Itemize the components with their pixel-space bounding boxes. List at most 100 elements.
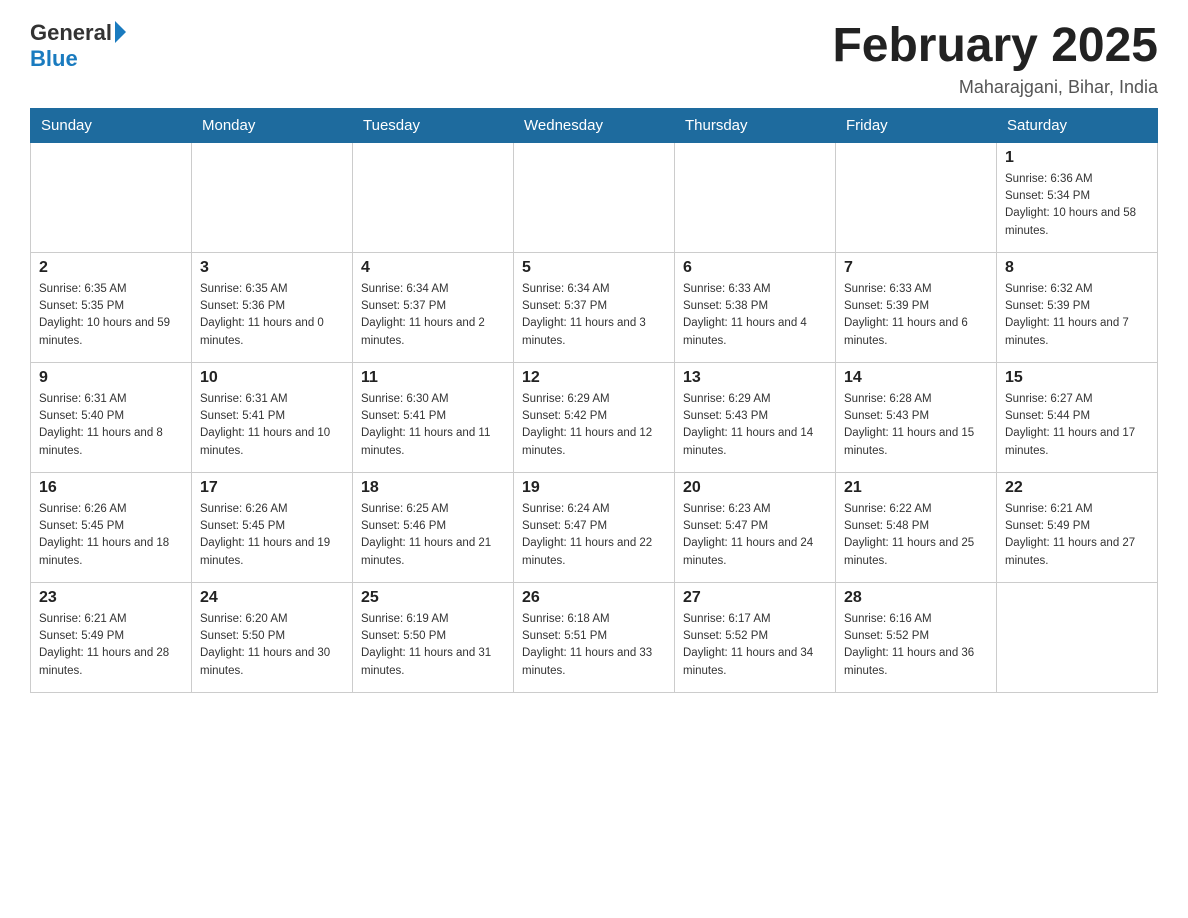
day-number: 12	[522, 369, 666, 387]
calendar-cell: 1 Sunrise: 6:36 AMSunset: 5:34 PMDaylight…	[997, 142, 1158, 252]
calendar-cell: 21 Sunrise: 6:22 AMSunset: 5:48 PMDayligh…	[836, 472, 997, 582]
day-number: 7	[844, 259, 988, 277]
calendar-cell: 9 Sunrise: 6:31 AMSunset: 5:40 PMDaylight…	[31, 362, 192, 472]
weekday-header-monday: Monday	[192, 108, 353, 142]
calendar-cell	[31, 142, 192, 252]
weekday-header-wednesday: Wednesday	[514, 108, 675, 142]
calendar-cell: 14 Sunrise: 6:28 AMSunset: 5:43 PMDayligh…	[836, 362, 997, 472]
day-info: Sunrise: 6:24 AMSunset: 5:47 PMDaylight:…	[522, 501, 666, 570]
day-number: 14	[844, 369, 988, 387]
day-number: 17	[200, 479, 344, 497]
day-info: Sunrise: 6:31 AMSunset: 5:40 PMDaylight:…	[39, 391, 183, 460]
day-info: Sunrise: 6:19 AMSunset: 5:50 PMDaylight:…	[361, 611, 505, 680]
week-row-5: 23Sunrise: 6:21 AMSunset: 5:49 PMDayligh…	[31, 582, 1158, 692]
weekday-header-tuesday: Tuesday	[353, 108, 514, 142]
day-info: Sunrise: 6:32 AMSunset: 5:39 PMDaylight:…	[1005, 281, 1149, 350]
day-number: 5	[522, 259, 666, 277]
weekday-header-row: SundayMondayTuesdayWednesdayThursdayFrid…	[31, 108, 1158, 142]
day-info: Sunrise: 6:29 AMSunset: 5:42 PMDaylight:…	[522, 391, 666, 460]
day-number: 6	[683, 259, 827, 277]
day-info: Sunrise: 6:22 AMSunset: 5:48 PMDaylight:…	[844, 501, 988, 570]
day-number: 9	[39, 369, 183, 387]
day-number: 27	[683, 589, 827, 607]
logo-blue-text: Blue	[30, 46, 78, 72]
day-number: 18	[361, 479, 505, 497]
day-info: Sunrise: 6:18 AMSunset: 5:51 PMDaylight:…	[522, 611, 666, 680]
logo-arrow-icon	[115, 21, 126, 43]
day-info: Sunrise: 6:35 AMSunset: 5:35 PMDaylight:…	[39, 281, 183, 350]
day-number: 3	[200, 259, 344, 277]
day-number: 19	[522, 479, 666, 497]
day-number: 28	[844, 589, 988, 607]
weekday-header-friday: Friday	[836, 108, 997, 142]
day-info: Sunrise: 6:33 AMSunset: 5:38 PMDaylight:…	[683, 281, 827, 350]
calendar-cell	[836, 142, 997, 252]
day-number: 25	[361, 589, 505, 607]
day-info: Sunrise: 6:35 AMSunset: 5:36 PMDaylight:…	[200, 281, 344, 350]
day-number: 20	[683, 479, 827, 497]
day-info: Sunrise: 6:34 AMSunset: 5:37 PMDaylight:…	[522, 281, 666, 350]
day-number: 10	[200, 369, 344, 387]
calendar-cell: 2 Sunrise: 6:35 AMSunset: 5:35 PMDaylight…	[31, 252, 192, 362]
week-row-3: 9 Sunrise: 6:31 AMSunset: 5:40 PMDaylight…	[31, 362, 1158, 472]
calendar-cell: 28Sunrise: 6:16 AMSunset: 5:52 PMDayligh…	[836, 582, 997, 692]
day-number: 2	[39, 259, 183, 277]
calendar-cell	[353, 142, 514, 252]
day-number: 1	[1005, 149, 1149, 167]
calendar-cell: 27 Sunrise: 6:17 AMSunset: 5:52 PMDayligh…	[675, 582, 836, 692]
logo: General Blue	[30, 20, 126, 72]
day-info: Sunrise: 6:31 AMSunset: 5:41 PMDaylight:…	[200, 391, 344, 460]
calendar-cell: 25 Sunrise: 6:19 AMSunset: 5:50 PMDayligh…	[353, 582, 514, 692]
calendar-table: SundayMondayTuesdayWednesdayThursdayFrid…	[30, 108, 1158, 693]
calendar-cell: 20Sunrise: 6:23 AMSunset: 5:47 PMDayligh…	[675, 472, 836, 582]
page-header: General Blue February 2025 Maharajgani, …	[30, 20, 1158, 98]
week-row-2: 2 Sunrise: 6:35 AMSunset: 5:35 PMDaylight…	[31, 252, 1158, 362]
title-section: February 2025 Maharajgani, Bihar, India	[832, 20, 1158, 98]
calendar-cell: 11 Sunrise: 6:30 AMSunset: 5:41 PMDayligh…	[353, 362, 514, 472]
calendar-cell	[997, 582, 1158, 692]
day-number: 13	[683, 369, 827, 387]
calendar-cell	[514, 142, 675, 252]
day-info: Sunrise: 6:36 AMSunset: 5:34 PMDaylight:…	[1005, 171, 1149, 240]
calendar-cell: 18 Sunrise: 6:25 AMSunset: 5:46 PMDayligh…	[353, 472, 514, 582]
day-info: Sunrise: 6:26 AMSunset: 5:45 PMDaylight:…	[200, 501, 344, 570]
location-text: Maharajgani, Bihar, India	[832, 77, 1158, 98]
week-row-4: 16 Sunrise: 6:26 AMSunset: 5:45 PMDayligh…	[31, 472, 1158, 582]
day-info: Sunrise: 6:34 AMSunset: 5:37 PMDaylight:…	[361, 281, 505, 350]
calendar-cell: 22 Sunrise: 6:21 AMSunset: 5:49 PMDayligh…	[997, 472, 1158, 582]
calendar-cell: 4 Sunrise: 6:34 AMSunset: 5:37 PMDaylight…	[353, 252, 514, 362]
calendar-cell: 15Sunrise: 6:27 AMSunset: 5:44 PMDayligh…	[997, 362, 1158, 472]
day-number: 11	[361, 369, 505, 387]
calendar-cell: 13 Sunrise: 6:29 AMSunset: 5:43 PMDayligh…	[675, 362, 836, 472]
day-info: Sunrise: 6:29 AMSunset: 5:43 PMDaylight:…	[683, 391, 827, 460]
weekday-header-saturday: Saturday	[997, 108, 1158, 142]
day-number: 4	[361, 259, 505, 277]
day-info: Sunrise: 6:30 AMSunset: 5:41 PMDaylight:…	[361, 391, 505, 460]
calendar-cell: 24 Sunrise: 6:20 AMSunset: 5:50 PMDayligh…	[192, 582, 353, 692]
day-number: 16	[39, 479, 183, 497]
day-number: 21	[844, 479, 988, 497]
day-info: Sunrise: 6:33 AMSunset: 5:39 PMDaylight:…	[844, 281, 988, 350]
calendar-cell: 26 Sunrise: 6:18 AMSunset: 5:51 PMDayligh…	[514, 582, 675, 692]
day-number: 26	[522, 589, 666, 607]
day-info: Sunrise: 6:21 AMSunset: 5:49 PMDaylight:…	[1005, 501, 1149, 570]
day-number: 22	[1005, 479, 1149, 497]
week-row-1: 1 Sunrise: 6:36 AMSunset: 5:34 PMDaylight…	[31, 142, 1158, 252]
day-number: 24	[200, 589, 344, 607]
weekday-header-thursday: Thursday	[675, 108, 836, 142]
day-number: 8	[1005, 259, 1149, 277]
weekday-header-sunday: Sunday	[31, 108, 192, 142]
calendar-cell: 3 Sunrise: 6:35 AMSunset: 5:36 PMDaylight…	[192, 252, 353, 362]
calendar-cell: 6 Sunrise: 6:33 AMSunset: 5:38 PMDaylight…	[675, 252, 836, 362]
calendar-cell	[192, 142, 353, 252]
calendar-cell: 17 Sunrise: 6:26 AMSunset: 5:45 PMDayligh…	[192, 472, 353, 582]
day-info: Sunrise: 6:25 AMSunset: 5:46 PMDaylight:…	[361, 501, 505, 570]
calendar-cell: 16Sunrise: 6:26 AMSunset: 5:45 PMDayligh…	[31, 472, 192, 582]
month-title: February 2025	[832, 20, 1158, 73]
day-info: Sunrise: 6:20 AMSunset: 5:50 PMDaylight:…	[200, 611, 344, 680]
calendar-cell: 5 Sunrise: 6:34 AMSunset: 5:37 PMDaylight…	[514, 252, 675, 362]
day-info: Sunrise: 6:17 AMSunset: 5:52 PMDaylight:…	[683, 611, 827, 680]
day-info: Sunrise: 6:28 AMSunset: 5:43 PMDaylight:…	[844, 391, 988, 460]
calendar-cell: 8 Sunrise: 6:32 AMSunset: 5:39 PMDaylight…	[997, 252, 1158, 362]
logo-general-text: General	[30, 20, 112, 46]
